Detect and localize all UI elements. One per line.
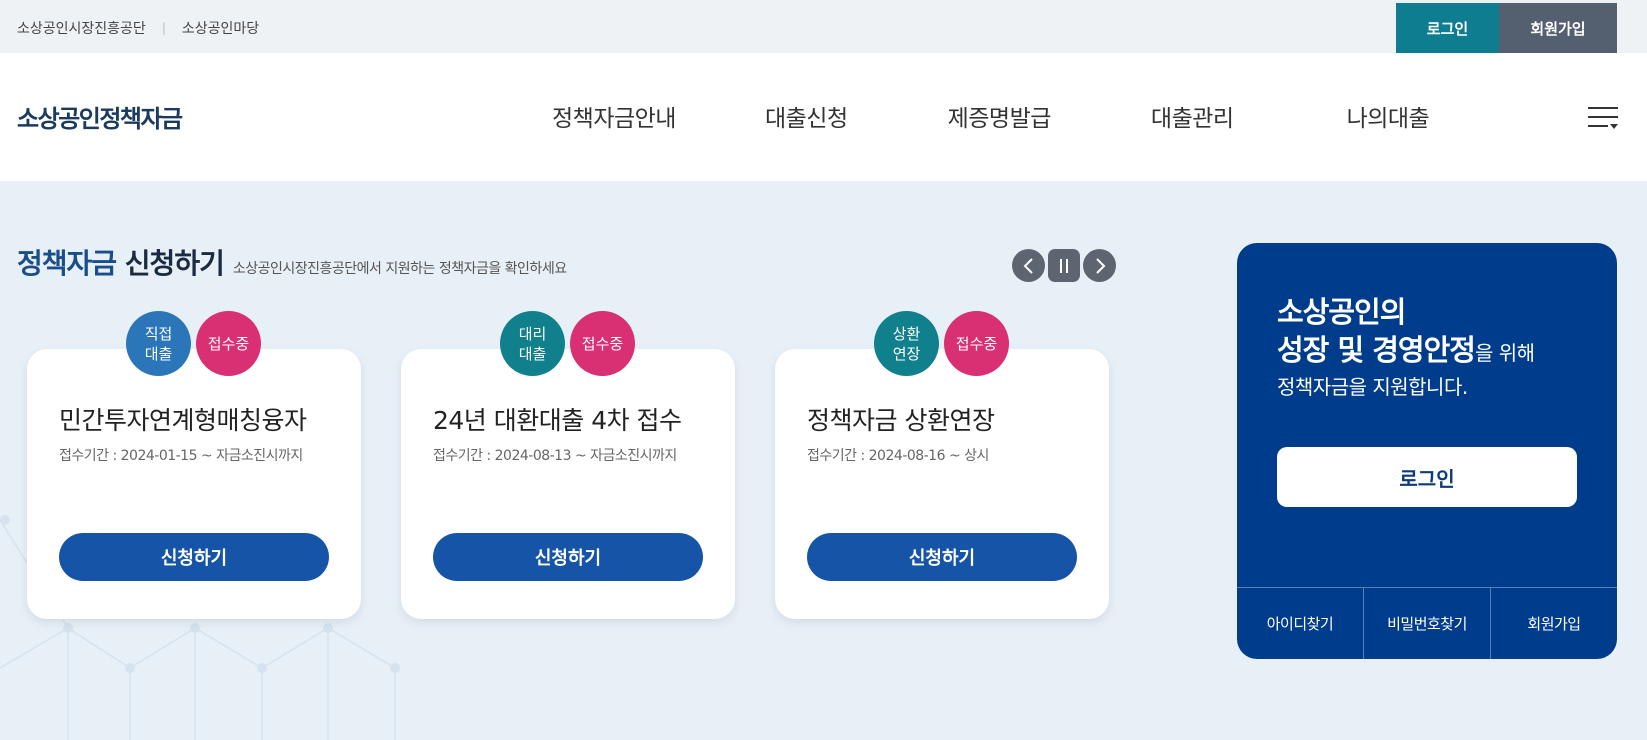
pause-icon[interactable] xyxy=(1048,249,1080,282)
apply-button[interactable]: 신청하기 xyxy=(807,533,1077,581)
hamburger-icon[interactable] xyxy=(1588,105,1618,129)
loan-type-badge: 대리 대출 xyxy=(500,311,565,376)
status-badge: 접수중 xyxy=(570,311,635,376)
card-title: 정책자금 상환연장 xyxy=(807,406,995,435)
site-logo[interactable]: 소상공인정책자금 xyxy=(17,99,183,134)
card-title: 민간투자연계형매칭융자 xyxy=(59,406,307,435)
link-sbiz-madang[interactable]: 소상공인마당 xyxy=(182,18,259,38)
status-badge: 접수중 xyxy=(196,311,261,376)
fund-card: 직접 대출 접수중 민간투자연계형매칭융자 접수기간 : 2024-01-15 ~… xyxy=(27,311,361,619)
section-title: 정책자금 신청하기 xyxy=(17,247,225,280)
section-subtitle: 소상공인시장진흥공단에서 지원하는 정책자금을 확인하세요 xyxy=(232,261,567,277)
nav-item-loan-apply[interactable]: 대출신청 xyxy=(765,99,848,133)
top-login-button[interactable]: 로그인 xyxy=(1396,3,1499,53)
chevron-right-icon[interactable] xyxy=(1083,249,1116,282)
nav-item-certificate[interactable]: 제증명발급 xyxy=(948,99,1052,133)
login-panel-links: 아이디찾기 비밀번호찾기 회원가입 xyxy=(1237,587,1617,659)
card-period: 접수기간 : 2024-08-16 ~ 상시 xyxy=(807,448,989,464)
chevron-left-icon[interactable] xyxy=(1012,249,1045,282)
loan-type-badge: 상환 연장 xyxy=(874,311,939,376)
panel-login-button[interactable]: 로그인 xyxy=(1277,447,1577,507)
fund-card: 상환 연장 접수중 정책자금 상환연장 접수기간 : 2024-08-16 ~ 상… xyxy=(775,311,1109,619)
status-badge: 접수중 xyxy=(944,311,1009,376)
nav-item-my-loan[interactable]: 나의대출 xyxy=(1347,99,1430,133)
fund-card: 대리 대출 접수중 24년 대환대출 4차 접수 접수기간 : 2024-08-1… xyxy=(401,311,735,619)
join-link[interactable]: 회원가입 xyxy=(1490,588,1617,659)
top-join-button[interactable]: 회원가입 xyxy=(1499,3,1617,53)
apply-button[interactable]: 신청하기 xyxy=(59,533,329,581)
nav-item-loan-manage[interactable]: 대출관리 xyxy=(1151,99,1234,133)
slider-controls xyxy=(1012,249,1116,282)
link-semas[interactable]: 소상공인시장진흥공단 xyxy=(17,18,146,38)
main-nav: 정책자금안내 대출신청 제증명발급 대출관리 나의대출 xyxy=(552,99,1430,133)
card-title: 24년 대환대출 4차 접수 xyxy=(433,406,682,435)
utility-separator: | xyxy=(161,21,166,35)
nav-item-policy-guide[interactable]: 정책자금안내 xyxy=(552,99,676,133)
card-period: 접수기간 : 2024-01-15 ~ 자금소진시까지 xyxy=(59,448,303,464)
login-panel: 소상공인의 성장 및 경영안정을 위해 정책자금을 지원합니다. 로그인 아이디… xyxy=(1237,243,1617,659)
section-heading: 정책자금 신청하기 소상공인시장진흥공단에서 지원하는 정책자금을 확인하세요 xyxy=(17,242,567,282)
utility-bar: 소상공인시장진흥공단 | 소상공인마당 로그인 회원가입 xyxy=(0,0,1647,53)
find-password-link[interactable]: 비밀번호찾기 xyxy=(1363,588,1490,659)
login-panel-message: 소상공인의 성장 및 경영안정을 위해 정책자금을 지원합니다. xyxy=(1277,295,1535,399)
find-id-link[interactable]: 아이디찾기 xyxy=(1237,588,1363,659)
utility-links: 소상공인시장진흥공단 | 소상공인마당 xyxy=(17,18,259,38)
card-period: 접수기간 : 2024-08-13 ~ 자금소진시까지 xyxy=(433,448,677,464)
apply-button[interactable]: 신청하기 xyxy=(433,533,703,581)
site-header: 소상공인정책자금 정책자금안내 대출신청 제증명발급 대출관리 나의대출 xyxy=(0,53,1647,181)
loan-type-badge: 직접 대출 xyxy=(126,311,191,376)
